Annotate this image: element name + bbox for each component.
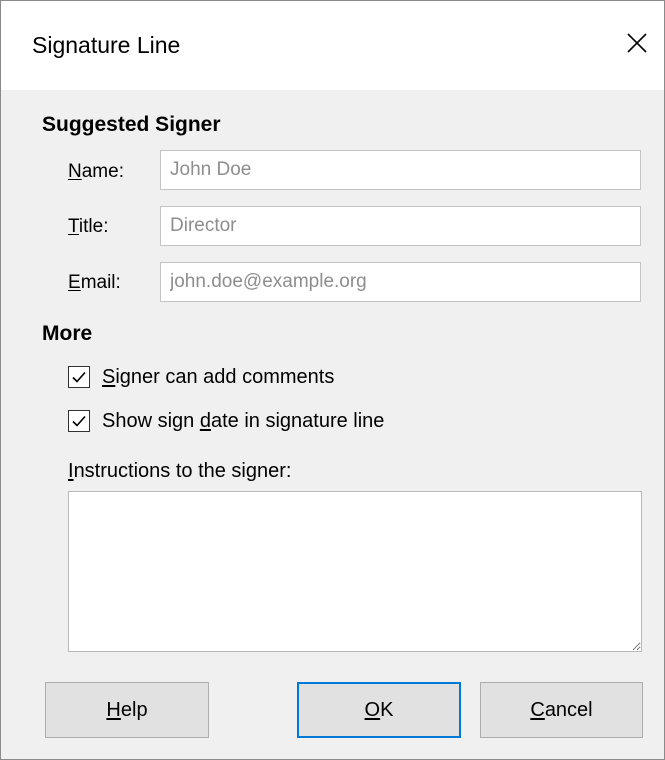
checkmark-icon: [72, 415, 86, 427]
suggested-signer-heading: Suggested Signer: [42, 113, 221, 136]
instructions-textarea[interactable]: [68, 491, 642, 652]
show-sign-date-label: Show sign date in signature line: [102, 410, 385, 432]
email-label: Email:: [68, 272, 121, 293]
close-icon: [627, 33, 647, 53]
help-button-label: Help: [106, 698, 148, 721]
email-field[interactable]: [160, 262, 641, 302]
instructions-label: Instructions to the signer:: [68, 460, 292, 482]
cancel-button[interactable]: Cancel: [480, 682, 643, 738]
ok-button-label: OK: [364, 698, 394, 721]
checkbox-box[interactable]: [68, 366, 90, 388]
ok-button[interactable]: OK: [297, 682, 461, 738]
close-button[interactable]: [618, 24, 656, 62]
dialog-title: Signature Line: [32, 32, 181, 58]
show-sign-date-checkbox[interactable]: Show sign date in signature line: [68, 408, 384, 434]
help-button[interactable]: Help: [45, 682, 209, 738]
title-field[interactable]: [160, 206, 641, 246]
title-label: Title:: [68, 216, 109, 237]
checkbox-box[interactable]: [68, 410, 90, 432]
signer-can-add-comments-label: Signer can add comments: [102, 366, 335, 388]
more-heading: More: [42, 322, 93, 345]
signer-can-add-comments-checkbox[interactable]: Signer can add comments: [68, 364, 334, 390]
name-field[interactable]: [160, 150, 641, 190]
checkmark-icon: [72, 371, 86, 383]
cancel-button-label: Cancel: [530, 698, 593, 721]
name-label: Name:: [68, 161, 124, 182]
